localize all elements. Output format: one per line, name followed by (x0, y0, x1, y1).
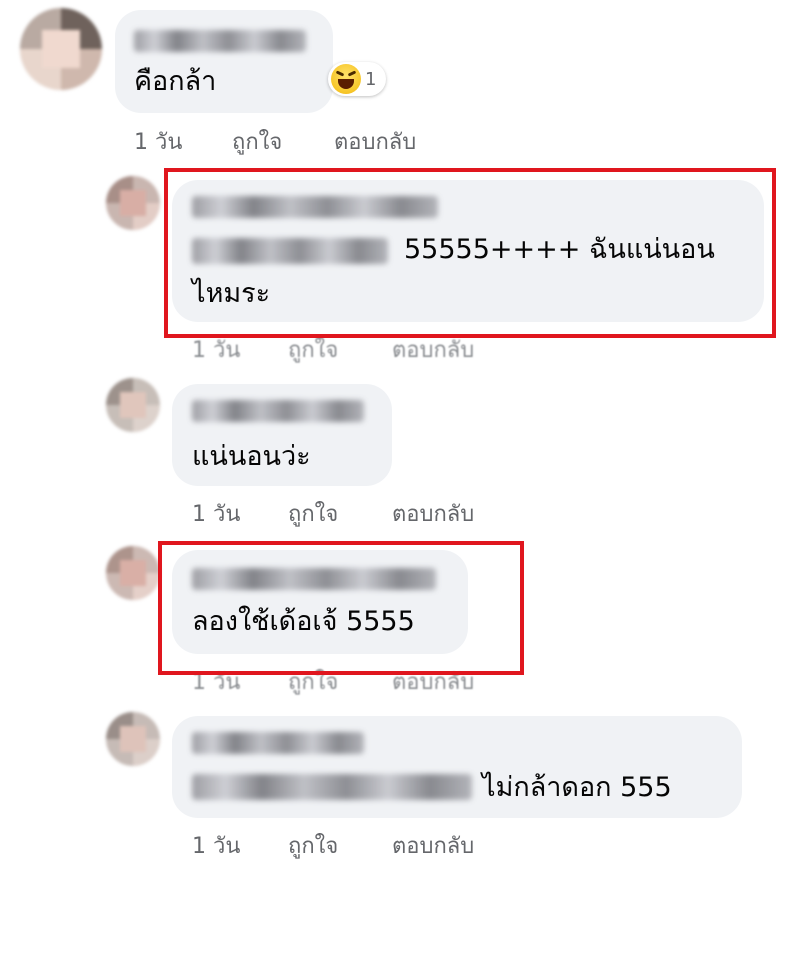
comment-text: คือกล้า (134, 66, 217, 97)
like-button[interactable]: ถูกใจ (288, 496, 338, 531)
avatar[interactable] (106, 378, 160, 432)
author-name-blurred[interactable] (192, 732, 364, 754)
avatar[interactable] (106, 546, 160, 600)
author-name-blurred[interactable] (192, 400, 364, 422)
avatar[interactable] (106, 712, 160, 766)
author-name-blurred[interactable] (134, 30, 306, 52)
highlight-box (158, 541, 524, 675)
highlight-box (164, 168, 776, 338)
avatar[interactable] (106, 176, 160, 230)
comment-text: แน่นอนว่ะ (192, 441, 311, 472)
reply-button[interactable]: ตอบกลับ (392, 828, 474, 863)
avatar[interactable] (20, 8, 102, 90)
reaction-count: 1 (365, 68, 377, 90)
comment-text: ไม่กล้าดอก 555 (482, 772, 672, 803)
comment-time[interactable]: 1 วัน (134, 124, 182, 159)
like-button[interactable]: ถูกใจ (232, 124, 282, 159)
comment-time[interactable]: 1 วัน (192, 496, 240, 531)
comment-time[interactable]: 1 วัน (192, 828, 240, 863)
reply-button[interactable]: ตอบกลับ (334, 124, 416, 159)
author-name-blurred[interactable] (192, 774, 472, 800)
reaction-badge[interactable]: 1 (328, 62, 386, 96)
reply-button[interactable]: ตอบกลับ (392, 496, 474, 531)
like-button[interactable]: ถูกใจ (288, 828, 338, 863)
haha-emoji-icon (331, 64, 361, 94)
